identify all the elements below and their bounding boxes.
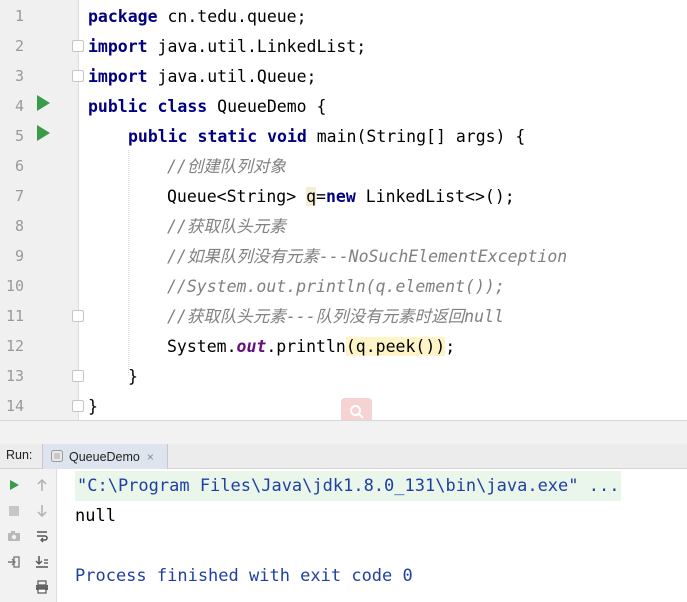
rerun-icon[interactable]: [4, 475, 24, 495]
line-number: 11: [5, 307, 24, 325]
line-number: 2: [14, 37, 24, 55]
fold-icon[interactable]: [72, 70, 84, 82]
run-panel-header: Run: QueueDemo ×: [0, 444, 687, 469]
line-number: 10: [5, 277, 24, 295]
line-number: 13: [5, 367, 24, 385]
panel-divider[interactable]: [0, 420, 687, 444]
line-number: 5: [14, 127, 24, 145]
brace-match-highlight: (: [345, 337, 356, 356]
code-line-10: //System.out.println(q.element());: [167, 277, 505, 296]
console-command-line: "C:\Program Files\Java\jdk1.8.0_131\bin\…: [75, 471, 622, 501]
indent-guide: [128, 150, 129, 375]
line-number: 3: [14, 67, 24, 85]
call-highlight: q.peek(): [355, 337, 436, 356]
run-gutter-icon[interactable]: [37, 125, 50, 141]
code-line-1: package cn.tedu.queue;: [88, 7, 307, 26]
code-line-4: public class QueueDemo {: [88, 97, 327, 116]
java-class-icon: [51, 447, 63, 466]
line-number: 12: [5, 337, 24, 355]
code-line-5: public static void main(String[] args) {: [128, 127, 526, 146]
line-number: 1: [14, 7, 24, 25]
line-number: 8: [14, 217, 24, 235]
stop-icon[interactable]: [4, 501, 24, 521]
down-arrow-icon[interactable]: [32, 501, 52, 521]
code-line-3: import java.util.Queue;: [88, 67, 317, 86]
console-output[interactable]: "C:\Program Files\Java\jdk1.8.0_131\bin\…: [57, 469, 687, 602]
code-line-9: //如果队列没有元素---NoSuchElementException: [167, 247, 568, 266]
line-number: 4: [14, 97, 24, 115]
fold-icon[interactable]: [72, 310, 84, 322]
close-icon[interactable]: ×: [147, 450, 154, 464]
code-line-7: Queue<String> q=new LinkedList<>();: [167, 187, 515, 206]
fold-icon[interactable]: [72, 40, 84, 52]
run-toolbar: [0, 469, 57, 602]
fold-icon[interactable]: [72, 370, 84, 382]
brace-match-highlight: ): [435, 337, 446, 356]
line-number: 6: [14, 157, 24, 175]
editor-gutter: 1 2 3 4 5 6 7 8 9 10 11 12 13 14: [0, 0, 84, 420]
console-output-line: null: [75, 506, 116, 526]
variable-highlight: q: [306, 187, 317, 206]
code-editor[interactable]: 1 2 3 4 5 6 7 8 9 10 11 12 13 14 package…: [0, 0, 687, 426]
scroll-end-icon[interactable]: [32, 552, 52, 572]
up-arrow-icon[interactable]: [32, 475, 52, 495]
code-line-11: //获取队头元素---队列没有元素时返回null: [167, 307, 504, 326]
code-line-6: //创建队列对象: [167, 157, 286, 176]
print-icon[interactable]: [32, 577, 52, 597]
wrap-icon[interactable]: [32, 526, 52, 546]
code-area[interactable]: package cn.tedu.queue; import java.util.…: [88, 0, 687, 420]
run-tab-queuedemo[interactable]: QueueDemo ×: [42, 444, 168, 469]
code-line-12: System.out.println(q.peek());: [167, 337, 456, 356]
run-gutter-icon[interactable]: [37, 95, 50, 111]
run-label: Run:: [6, 448, 33, 462]
code-line-8: //获取队头元素: [167, 217, 286, 236]
code-line-13: }: [128, 367, 138, 386]
code-line-2: import java.util.LinkedList;: [88, 37, 367, 56]
line-number: 7: [14, 187, 24, 205]
console-exit-line: Process finished with exit code 0: [75, 566, 413, 586]
line-number: 9: [14, 247, 24, 265]
line-number: 14: [5, 397, 24, 415]
code-line-14: }: [88, 397, 98, 416]
fold-icon[interactable]: [72, 400, 84, 412]
run-tab-label: QueueDemo: [69, 449, 140, 464]
camera-icon[interactable]: [4, 526, 24, 546]
login-icon[interactable]: [4, 552, 24, 572]
